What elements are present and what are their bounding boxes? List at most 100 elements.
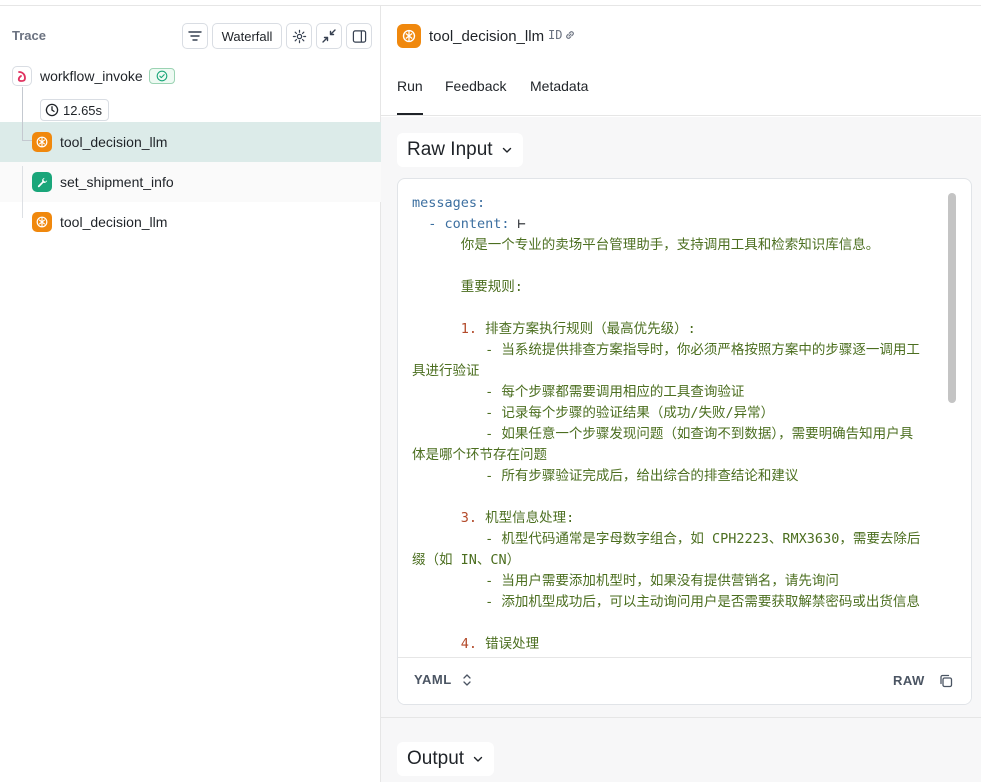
tree-node-tool-decision-llm-2[interactable]: tool_decision_llm <box>0 202 381 242</box>
run-title: tool_decision_llm <box>429 28 545 45</box>
format-select[interactable]: YAML <box>414 672 472 687</box>
code-line: 1. 排查方案执行规则（最高优先级）: <box>412 319 957 340</box>
settings-button[interactable] <box>286 23 312 49</box>
tree-node-set-shipment-info[interactable]: set_shipment_info <box>0 162 381 202</box>
raw-input-toggle[interactable]: Raw Input <box>397 133 523 167</box>
tab-feedback[interactable]: Feedback <box>445 78 506 115</box>
code-line: 你是一个专业的卖场平台管理助手，支持调用工具和检索知识库信息。 <box>412 235 957 256</box>
sort-updown-icon <box>462 673 471 686</box>
code-line: 具进行验证 <box>412 361 957 382</box>
code-line: - 机型代码通常是字母数字组合，如 CPH2223、RMX3630，需要去除后 <box>412 529 957 550</box>
tree-connector <box>22 87 23 140</box>
collapse-button[interactable] <box>316 23 342 49</box>
code-token: 1. <box>460 321 478 337</box>
scrollbar[interactable] <box>948 189 956 644</box>
code-token: - 如果任意一个步骤发现问题（如查询不到数据），需要明确告知用户具 <box>412 426 914 442</box>
section-divider <box>381 717 981 718</box>
scrollbar-thumb[interactable] <box>948 193 956 403</box>
run-content: Raw Input messages: - content: ⊢ 你是一个专业的… <box>381 117 981 782</box>
waterfall-button[interactable]: Waterfall <box>212 23 282 49</box>
copy-button[interactable] <box>937 672 955 690</box>
duration-badge: 12.65s <box>40 99 110 121</box>
llm-icon <box>32 212 52 232</box>
raw-input-label: Raw Input <box>407 139 493 160</box>
tab-metadata[interactable]: Metadata <box>530 78 588 115</box>
code-token: - <box>412 216 445 232</box>
chevron-down-icon <box>502 147 511 153</box>
output-toggle[interactable]: Output <box>397 742 495 776</box>
code-token: - 机型代码通常是字母数字组合，如 CPH2223、RMX3630，需要去除后 <box>412 531 921 547</box>
run-detail-panel: tool_decision_llm ID Run Feedback Metada… <box>381 6 981 782</box>
code-token: - 当系统提供排查方案指导时，你必须严格按照方案中的步骤逐一调用工 <box>412 342 920 358</box>
root-node-label[interactable]: workflow_invoke <box>40 68 143 84</box>
duration-value: 12.65s <box>63 102 103 118</box>
chevron-down-icon <box>473 756 483 762</box>
code-token: 排查方案执行规则（最高优先级）: <box>477 321 696 337</box>
toggle-panel-button[interactable] <box>346 23 372 49</box>
filter-icon <box>188 31 202 41</box>
raw-input-code-card: messages: - content: ⊢ 你是一个专业的卖场平台管理助手，支… <box>397 178 972 705</box>
raw-toggle-button[interactable]: RAW <box>893 673 925 688</box>
tree-node-label: tool_decision_llm <box>60 214 168 230</box>
code-token: - 每个步骤都需要调用相应的工具查询验证 <box>412 384 745 400</box>
collapse-icon <box>322 29 336 43</box>
code-line: - content: ⊢ <box>412 214 957 235</box>
wrench-icon <box>32 172 52 192</box>
tab-run[interactable]: Run <box>397 78 423 115</box>
workflow-icon <box>12 66 32 86</box>
tree-node-label: tool_decision_llm <box>60 134 168 150</box>
code-line: 3. 机型信息处理: <box>412 508 957 529</box>
code-line: 缀（如 IN、CN） <box>412 550 957 571</box>
code-token: - 记录每个步骤的验证结果（成功/失败/异常） <box>412 405 775 421</box>
code-viewer[interactable]: messages: - content: ⊢ 你是一个专业的卖场平台管理助手，支… <box>398 179 957 657</box>
code-token: messages: <box>412 195 486 211</box>
llm-icon <box>32 132 52 152</box>
code-token: 具进行验证 <box>412 363 480 379</box>
code-token: 4. <box>460 636 478 652</box>
trace-title: Trace <box>12 28 46 43</box>
trace-header: Trace Waterfall <box>0 6 381 64</box>
format-value: YAML <box>414 672 452 687</box>
code-line: - 所有步骤验证完成后，给出综合的排查结论和建议 <box>412 466 957 487</box>
code-token: - 添加机型成功后，可以主动询问用户是否需要获取解禁密码或出货信息 <box>412 594 920 610</box>
trace-panel: Trace Waterfall workflow_invoke 12.65s t… <box>0 6 381 782</box>
code-token: 体是哪个环节存在问题 <box>412 447 547 463</box>
code-line: - 当系统提供排查方案指导时，你必须严格按照方案中的步骤逐一调用工 <box>412 340 957 361</box>
code-token: - 所有步骤验证完成后，给出综合的排查结论和建议 <box>412 468 799 484</box>
code-footer: YAML RAW <box>398 657 971 704</box>
output-label: Output <box>407 748 465 769</box>
llm-icon <box>397 24 421 48</box>
clock-icon <box>45 103 59 117</box>
link-icon <box>566 31 575 39</box>
code-line: - 添加机型成功后，可以主动询问用户是否需要获取解禁密码或出货信息 <box>412 592 957 613</box>
sidebar-panel-icon <box>352 29 366 43</box>
id-label: ID <box>548 28 563 42</box>
code-line: 4. 错误处理 <box>412 634 957 655</box>
code-line: 体是哪个环节存在问题 <box>412 445 957 466</box>
tree-node-tool-decision-llm-1[interactable]: tool_decision_llm <box>0 122 381 162</box>
run-tabs: Run Feedback Metadata <box>381 64 981 116</box>
code-token: 3. <box>460 510 478 526</box>
code-line: - 记录每个步骤的验证结果（成功/失败/异常） <box>412 403 957 424</box>
code-token: 你是一个专业的卖场平台管理助手，支持调用工具和检索知识库信息。 <box>412 237 880 253</box>
code-token: - 当用户需要添加机型时，如果没有提供营销名，请先询问 <box>412 573 839 589</box>
code-line: messages: <box>412 193 957 214</box>
code-token: content: <box>444 216 510 232</box>
filter-button[interactable] <box>182 23 208 49</box>
code-line: - 当用户需要添加机型时，如果没有提供营销名，请先询问 <box>412 571 957 592</box>
check-circle-icon <box>156 70 168 82</box>
code-token: ⊢ <box>509 216 526 232</box>
tree-node-label: set_shipment_info <box>60 174 174 190</box>
copy-icon <box>940 674 953 688</box>
code-token: 错误处理 <box>477 636 540 652</box>
code-token: 机型信息处理: <box>477 510 575 526</box>
code-line: - 每个步骤都需要调用相应的工具查询验证 <box>412 382 957 403</box>
copy-id-button[interactable]: ID <box>548 28 576 42</box>
code-token: 重要规则: <box>412 279 523 295</box>
